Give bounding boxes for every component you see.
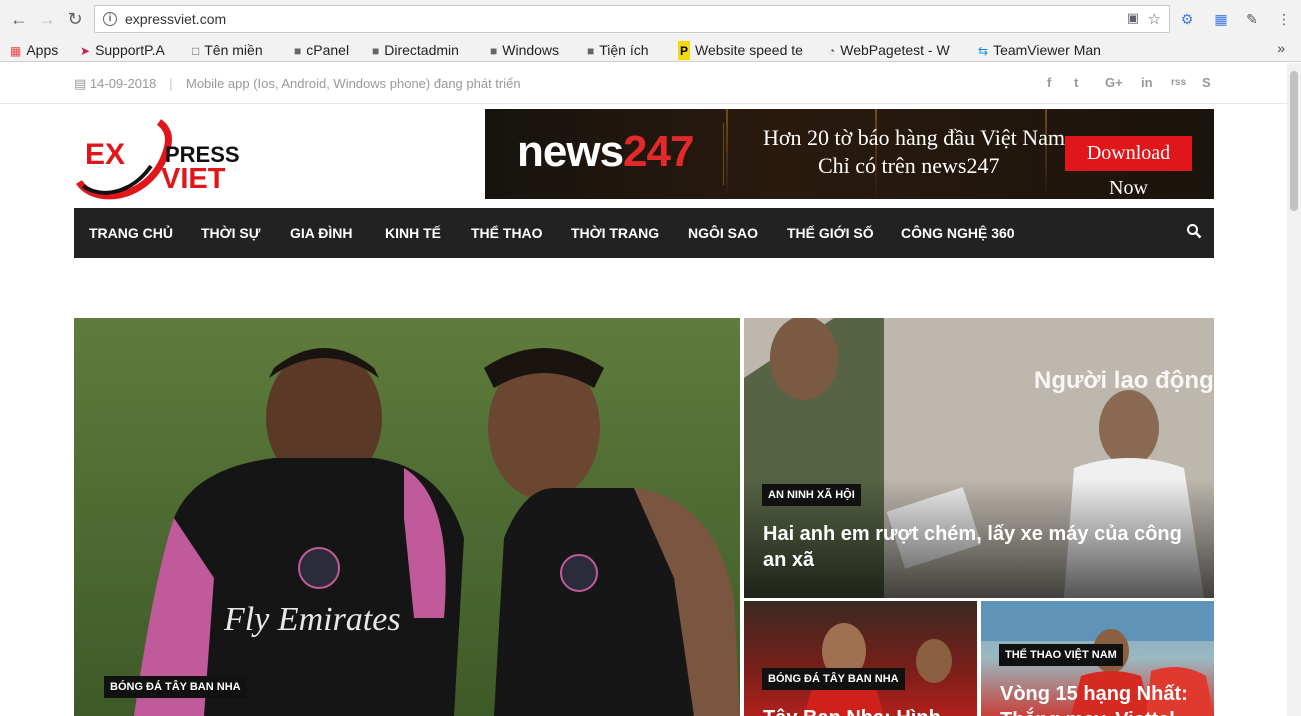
google-plus-icon[interactable]: G+ (1105, 75, 1123, 90)
site-logo[interactable]: EX PRESS VIET (73, 112, 278, 200)
category-badge[interactable]: AN NINH XÃ HỘI (762, 484, 861, 506)
folder-icon: ■ (294, 44, 302, 58)
bookmark-teamviewer[interactable]: ⇆ TeamViewer Man (978, 40, 1118, 60)
forward-icon[interactable]: → (36, 8, 58, 30)
extension-icon[interactable]: ▦ (1212, 10, 1230, 28)
nav-the-gioi-so[interactable]: THẾ GIỚI SỐ (787, 225, 874, 241)
translate-icon[interactable]: ▣ (1127, 10, 1139, 26)
folder-icon: ■ (490, 44, 498, 58)
site-topbar: ▤ 14-09-2018 | Mobile app (Ios, Android,… (0, 63, 1301, 104)
calendar-icon: ▤ (74, 76, 90, 91)
featured-main-image: Fly Emirates (134, 348, 740, 716)
extension-icon[interactable]: ⚙ (1178, 10, 1196, 28)
search-icon[interactable] (1186, 223, 1202, 239)
folder-icon: ■ (372, 44, 380, 58)
scrollbar-thumb[interactable] (1290, 71, 1298, 211)
rss-icon[interactable]: rss (1171, 77, 1186, 88)
advertisement-banner[interactable]: news247 Hơn 20 tờ báo hàng đầu Việt Nam … (485, 109, 1214, 199)
bookmark-supportpa[interactable]: ➤ SupportP.A (80, 40, 165, 60)
bookmark-label: Windows (502, 42, 560, 58)
back-icon[interactable]: ← (8, 8, 30, 30)
jersey-sponsor-text: Fly Emirates (223, 601, 401, 638)
bookmark-label: cPanel (306, 42, 350, 58)
bookmark-websitespeed[interactable]: P Website speed te (678, 40, 818, 60)
bookmark-label: Tên miền (204, 42, 263, 58)
bookmark-directadmin[interactable]: ■ Directadmin (372, 40, 459, 60)
logo-letters: EX (85, 138, 125, 171)
nav-thoi-trang[interactable]: THỜI TRANG (571, 225, 659, 241)
gauge-icon: ◔ (828, 44, 836, 58)
featured-article-right-top[interactable]: Người lao động AN NINH XÃ HỘI Hai anh em… (744, 318, 1214, 598)
address-bar[interactable]: i expressviet.com ☆ ▣ (94, 5, 1170, 33)
bookmark-label: SupportP.A (95, 42, 165, 58)
featured-article-bottom-right[interactable]: THỂ THAO VIỆT NAM Vòng 15 hạng Nhất: Thắ… (981, 601, 1214, 716)
category-badge[interactable]: BÓNG ĐÁ TÂY BAN NHA (104, 676, 247, 698)
download-now-button[interactable]: Download Now (1065, 136, 1192, 199)
category-badge[interactable]: THỂ THAO VIỆT NAM (999, 644, 1123, 666)
featured-article-bottom-left[interactable]: BÓNG ĐÁ TÂY BAN NHA Tây Ban Nha: Hình (744, 601, 977, 716)
topbar-separator: | (169, 75, 173, 91)
bookmark-label: Tiện ích (599, 42, 649, 58)
banner-light (1045, 109, 1047, 199)
news-ticker[interactable]: Mobile app (Ios, Android, Windows phone)… (186, 76, 521, 91)
support-icon: ➤ (80, 44, 91, 58)
banner-brand-num: 247 (623, 127, 694, 176)
featured-main-article[interactable]: Fly Emirates BÓNG ĐÁ TÂY BAN NHA (74, 318, 740, 716)
bookmark-tienich[interactable]: ■ Tiện ích (587, 40, 649, 60)
bookmark-windows[interactable]: ■ Windows (490, 40, 559, 60)
nav-gia-dinh[interactable]: GIA ĐÌNH (290, 225, 352, 241)
bookmark-star-icon[interactable]: ☆ (1148, 10, 1161, 28)
banner-brand-logo: news247 (517, 127, 694, 177)
speed-icon: P (678, 41, 691, 60)
facebook-icon[interactable]: f (1047, 75, 1051, 90)
nav-trang-chu[interactable]: TRANG CHỦ (89, 225, 173, 241)
banner-divider (723, 123, 724, 185)
main-navigation: TRANG CHỦ THỜI SỰ GIA ĐÌNH KINH TẾ THỂ T… (74, 208, 1214, 258)
reload-icon[interactable]: ↻ (64, 8, 86, 30)
apps-grid-icon: ▦ (10, 44, 22, 58)
nav-ngoi-sao[interactable]: NGÔI SAO (688, 225, 758, 241)
nav-kinh-te[interactable]: KINH TẾ (385, 225, 441, 241)
bookmark-cpanel[interactable]: ■ cPanel (294, 40, 349, 60)
banner-line1: Hơn 20 tờ báo hàng đầu Việt Nam (763, 125, 1065, 150)
banner-brand: news (517, 127, 624, 176)
linkedin-icon[interactable]: in (1141, 75, 1153, 90)
bookmark-tenmien[interactable]: □ Tên miền (192, 40, 263, 60)
bookmark-label: Apps (26, 42, 59, 58)
article-image (804, 623, 952, 716)
page-scrollbar[interactable] (1287, 63, 1301, 716)
banner-line2: Chỉ có trên news247 (818, 153, 1000, 178)
banner-light (726, 109, 728, 199)
browser-toolbar: ← → ↻ i expressviet.com ☆ ▣ ⚙ ▦ ✎ ⋮ (0, 0, 1301, 38)
bookmarks-bar: ▦ Apps ➤ SupportP.A □ Tên miền ■ cPanel ■ Dir… (0, 38, 1301, 62)
bookmark-label: Website speed te (695, 42, 803, 58)
info-icon[interactable]: i (103, 12, 117, 26)
category-badge[interactable]: BÓNG ĐÁ TÂY BAN NHA (762, 668, 905, 690)
bookmarks-overflow-button[interactable]: » (1277, 40, 1285, 56)
page-icon: □ (192, 44, 200, 58)
folder-icon: ■ (587, 44, 595, 58)
bookmark-apps[interactable]: ▦ Apps (10, 40, 58, 60)
article-headline[interactable]: Hai anh em rượt chém, lấy xe máy của côn… (763, 521, 1193, 573)
bookmark-label: TeamViewer Man (993, 42, 1101, 58)
bookmark-label: WebPagetest - W (840, 42, 950, 58)
date-text: 14-09-2018 (89, 76, 157, 91)
article-headline[interactable]: Vòng 15 hạng Nhất: Thắng may, Viettel (1000, 681, 1205, 716)
logo-bottom-text: VIET (161, 163, 226, 195)
url-text: expressviet.com (125, 11, 227, 27)
bookmark-webpagetest[interactable]: ◔ WebPagetest - W (828, 40, 966, 60)
menu-icon[interactable]: ⋮ (1275, 10, 1293, 28)
date-display: ▤ 14-09-2018 (74, 76, 156, 92)
eyedropper-icon[interactable]: ✎ (1243, 10, 1261, 28)
nav-the-thao[interactable]: THỂ THAO (471, 225, 543, 241)
image-watermark: Người lao động (1034, 367, 1214, 394)
nav-cong-nghe-360[interactable]: CÔNG NGHỆ 360 (901, 225, 1015, 241)
skype-icon[interactable]: S (1202, 75, 1211, 90)
teamviewer-icon: ⇆ (978, 44, 989, 58)
nav-thoi-su[interactable]: THỜI SỰ (201, 225, 260, 241)
bookmark-label: Directadmin (384, 42, 459, 58)
twitter-icon[interactable]: t (1074, 75, 1078, 90)
article-headline[interactable]: Tây Ban Nha: Hình (763, 705, 973, 716)
